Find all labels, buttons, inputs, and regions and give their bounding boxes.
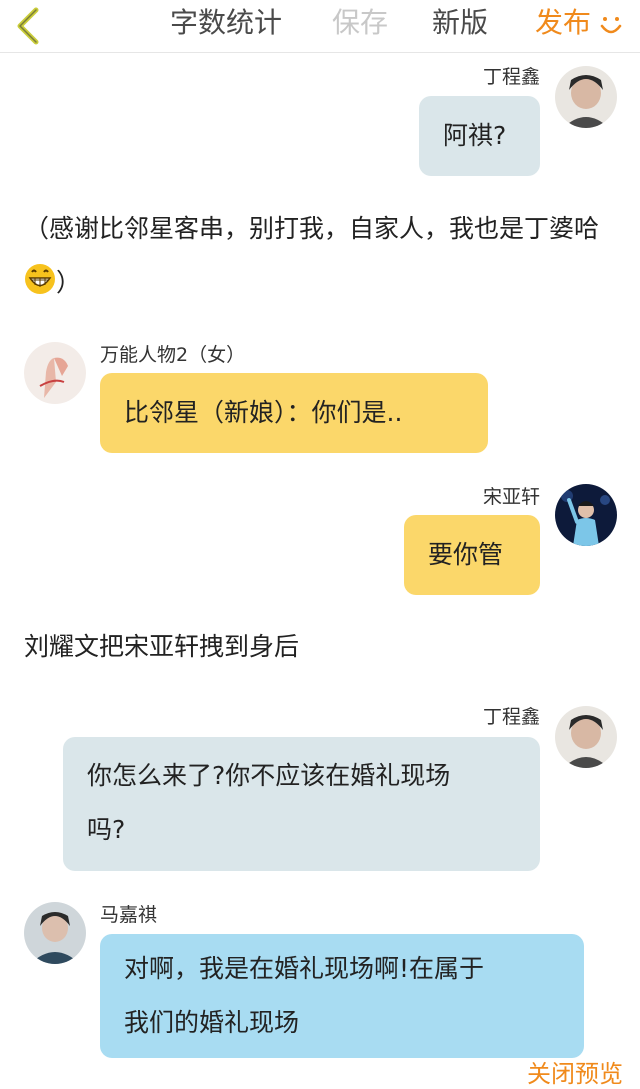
message-line-2: 吗? — [87, 815, 126, 844]
speaker-name: 万能人物2（女） — [100, 344, 246, 366]
narration-text: （感谢比邻星客串，别打我，自家人，我也是丁婆哈 ） — [24, 202, 624, 310]
message-line-2: 我们的婚礼现场 — [124, 1008, 300, 1037]
top-toolbar: 字数统计 保存 新版 发布 — [0, 0, 640, 53]
save-button[interactable]: 保存 — [332, 6, 388, 40]
avatar[interactable] — [555, 484, 617, 546]
avatar[interactable] — [24, 902, 86, 964]
smile-icon[interactable] — [596, 10, 626, 40]
back-button[interactable] — [12, 6, 48, 46]
grinning-face-icon — [25, 264, 55, 294]
avatar[interactable] — [24, 342, 86, 404]
chat-bubble: 对啊，我是在婚礼现场啊!在属于 我们的婚礼现场 — [100, 934, 584, 1058]
new-version-button[interactable]: 新版 — [432, 6, 488, 40]
narration-text: 刘耀文把宋亚轩拽到身后 — [24, 632, 300, 661]
chat-bubble: 要你管 — [404, 515, 540, 595]
message-line-1: 对啊，我是在婚礼现场啊!在属于 — [124, 954, 485, 983]
chat-bubble: 比邻星（新娘）：你们是.. — [100, 373, 488, 453]
chevron-left-icon — [17, 7, 39, 45]
message-text: 比邻星（新娘）：你们是.. — [124, 398, 403, 427]
speaker-name: 马嘉祺 — [100, 904, 158, 926]
speaker-name: 宋亚轩 — [482, 486, 540, 508]
word-count-button[interactable]: 字数统计 — [170, 6, 282, 40]
avatar[interactable] — [555, 66, 617, 128]
speaker-name: 丁程鑫 — [482, 66, 540, 88]
narration-body: （感谢比邻星客串，别打我，自家人，我也是丁婆哈 — [24, 214, 600, 243]
message-line-1: 你怎么来了?你不应该在婚礼现场 — [87, 761, 451, 790]
avatar[interactable] — [555, 706, 617, 768]
publish-button[interactable]: 发布 — [535, 6, 591, 40]
speaker-name: 丁程鑫 — [482, 706, 540, 728]
chat-bubble: 你怎么来了?你不应该在婚礼现场 吗? — [63, 737, 540, 871]
chat-bubble: 阿祺? — [419, 96, 540, 176]
close-preview-button[interactable]: 关闭预览 — [527, 1054, 623, 1089]
narration-tail: ） — [56, 268, 82, 297]
message-text: 阿祺? — [443, 121, 507, 150]
message-text: 要你管 — [428, 540, 504, 569]
